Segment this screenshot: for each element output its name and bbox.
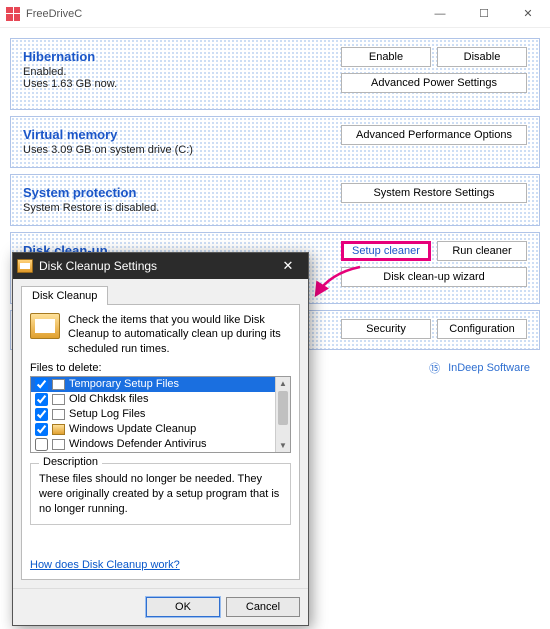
cleanup-large-icon — [30, 313, 60, 339]
advanced-power-button[interactable]: Advanced Power Settings — [341, 73, 527, 93]
item-label: Windows Update Cleanup — [69, 423, 196, 435]
scroll-up-icon[interactable]: ▲ — [276, 377, 290, 390]
section-hibernation: Hibernation Enabled. Uses 1.63 GB now. E… — [10, 38, 540, 110]
listbox-scrollbar[interactable]: ▲ ▼ — [275, 377, 290, 452]
disable-button[interactable]: Disable — [437, 47, 527, 67]
dialog-footer: OK Cancel — [13, 588, 308, 625]
item-checkbox[interactable] — [35, 438, 48, 451]
section-virtual-memory: Virtual memory Uses 3.09 GB on system dr… — [10, 116, 540, 168]
security-button[interactable]: Security — [341, 319, 431, 339]
scroll-down-icon[interactable]: ▼ — [276, 439, 290, 452]
description-label: Description — [39, 456, 102, 468]
item-label: Temporary Setup Files — [69, 378, 179, 390]
disk-cleanup-icon — [17, 259, 33, 273]
list-item[interactable]: Old Chkdsk files — [31, 392, 290, 407]
file-type-icon — [52, 409, 65, 420]
dialog-panel: Check the items that you would like Disk… — [21, 304, 300, 580]
item-checkbox[interactable] — [35, 378, 48, 391]
advanced-performance-button[interactable]: Advanced Performance Options — [341, 125, 527, 145]
files-listbox[interactable]: Temporary Setup Files Old Chkdsk files Set… — [30, 376, 291, 453]
setup-cleaner-button[interactable]: Setup cleaner — [341, 241, 431, 261]
dialog-intro-text: Check the items that you would like Disk… — [68, 313, 291, 356]
item-label: Old Chkdsk files — [69, 393, 148, 405]
minimize-button[interactable]: — — [418, 0, 462, 28]
description-group: Description These files should no longer… — [30, 463, 291, 526]
close-button[interactable]: ✕ — [506, 0, 550, 28]
scroll-thumb[interactable] — [278, 391, 288, 425]
files-to-delete-label: Files to delete: — [30, 362, 291, 374]
item-label: Windows Defender Antivirus — [69, 438, 207, 450]
disk-cleanup-dialog: Disk Cleanup Settings ✕ Disk Cleanup Che… — [12, 252, 309, 626]
vmem-usage: Uses 3.09 GB on system drive (C:) — [23, 144, 527, 156]
list-item[interactable]: Setup Log Files — [31, 407, 290, 422]
list-item[interactable]: Windows Update Cleanup — [31, 422, 290, 437]
file-type-icon — [52, 439, 65, 450]
item-checkbox[interactable] — [35, 393, 48, 406]
item-checkbox[interactable] — [35, 423, 48, 436]
description-text: These files should no longer be needed. … — [39, 472, 282, 517]
help-link[interactable]: How does Disk Cleanup work? — [30, 559, 180, 571]
app-logo-icon — [6, 7, 20, 21]
disk-cleanup-wizard-button[interactable]: Disk clean-up wizard — [341, 267, 527, 287]
section-system-protection: System protection System Restore is disa… — [10, 174, 540, 226]
sysprot-status: System Restore is disabled. — [23, 202, 527, 214]
file-type-icon — [52, 424, 65, 435]
brand-label: InDeep Software — [448, 362, 530, 374]
configuration-button[interactable]: Configuration — [437, 319, 527, 339]
maximize-button[interactable]: ☐ — [462, 0, 506, 28]
enable-button[interactable]: Enable — [341, 47, 431, 67]
dialog-close-button[interactable]: ✕ — [272, 258, 304, 274]
tab-disk-cleanup[interactable]: Disk Cleanup — [21, 286, 108, 305]
dialog-title: Disk Cleanup Settings — [39, 259, 272, 273]
system-restore-button[interactable]: System Restore Settings — [341, 183, 527, 203]
run-cleaner-button[interactable]: Run cleaner — [437, 241, 527, 261]
file-type-icon — [52, 394, 65, 405]
cancel-button[interactable]: Cancel — [226, 597, 300, 617]
item-checkbox[interactable] — [35, 408, 48, 421]
list-item[interactable]: Windows Defender Antivirus — [31, 437, 290, 452]
list-item[interactable]: Temporary Setup Files — [31, 377, 290, 392]
item-label: Setup Log Files — [69, 408, 145, 420]
file-type-icon — [52, 379, 65, 390]
ok-button[interactable]: OK — [146, 597, 220, 617]
window-title: FreeDriveC — [26, 8, 418, 20]
brand-icon: ⑮ — [429, 360, 440, 376]
main-titlebar: FreeDriveC — ☐ ✕ — [0, 0, 550, 28]
dialog-titlebar[interactable]: Disk Cleanup Settings ✕ — [13, 253, 308, 279]
